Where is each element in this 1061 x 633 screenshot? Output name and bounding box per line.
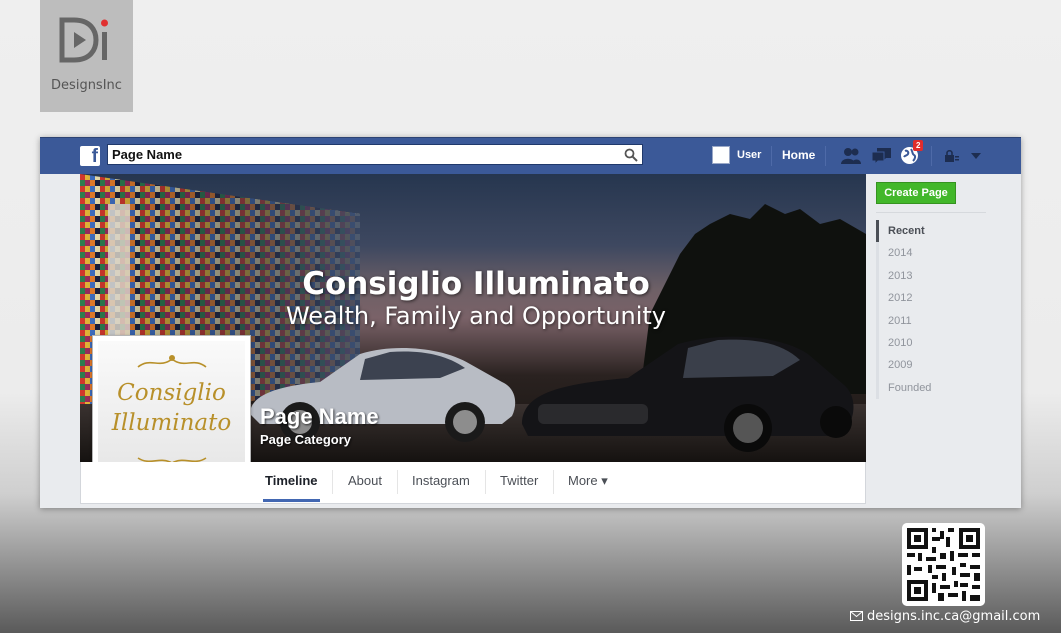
year-item-2013[interactable]: 2013 (876, 264, 986, 288)
divider (825, 146, 826, 166)
tab-divider (485, 470, 486, 494)
qr-code-image (902, 523, 985, 606)
user-link[interactable]: User (737, 149, 761, 161)
chevron-down-icon[interactable] (971, 153, 981, 159)
tab-instagram[interactable]: Instagram (412, 473, 470, 488)
email-text: designs.inc.ca@gmail.com (867, 609, 1041, 624)
year-item-2010[interactable]: 2010 (876, 331, 986, 355)
logo-line-2: Illuminato (111, 410, 232, 436)
year-item-2011[interactable]: 2011 (876, 309, 986, 332)
envelope-icon (850, 611, 863, 621)
page-category[interactable]: Page Category (260, 432, 351, 447)
user-avatar[interactable] (712, 146, 730, 164)
tab-twitter[interactable]: Twitter (500, 473, 538, 488)
page-name[interactable]: Page Name (260, 404, 379, 430)
black-car-image (522, 336, 854, 452)
designsinc-logo: DesignsInc (40, 0, 133, 112)
designsinc-mark-icon (59, 17, 108, 63)
divider (771, 146, 772, 166)
tab-divider (332, 470, 333, 494)
divider (876, 212, 986, 213)
facebook-top-bar: f User Home 2 (40, 137, 1021, 174)
contact-email[interactable]: designs.inc.ca@gmail.com (850, 609, 1040, 624)
tab-divider (553, 470, 554, 494)
search-icon[interactable] (624, 148, 638, 162)
facebook-logo-icon[interactable]: f (80, 146, 100, 167)
create-page-button[interactable]: Create Page (876, 182, 956, 204)
year-item-2014[interactable]: 2014 (876, 242, 986, 265)
year-item-founded[interactable]: Founded (876, 376, 986, 400)
search-box (107, 144, 643, 165)
page-tab-bar: Timeline About Instagram Twitter More ▾ (80, 462, 866, 504)
home-link[interactable]: Home (782, 148, 815, 162)
messages-icon[interactable] (871, 147, 892, 165)
tab-timeline[interactable]: Timeline (265, 473, 318, 488)
cover-subtitle: Wealth, Family and Opportunity (285, 302, 666, 330)
active-tab-indicator (263, 499, 320, 502)
search-input[interactable] (112, 146, 612, 163)
year-item-2012[interactable]: 2012 (876, 287, 986, 310)
divider (931, 146, 932, 166)
timeline-year-nav: Recent 2014 2013 2012 2011 2010 2009 Fou… (876, 220, 986, 400)
year-item-2009[interactable]: 2009 (876, 354, 986, 377)
tab-about[interactable]: About (348, 473, 382, 488)
ornament-top-icon (137, 355, 207, 368)
privacy-lock-icon[interactable] (944, 149, 959, 163)
friend-requests-icon[interactable] (841, 147, 861, 165)
logo-line-1: Consiglio (117, 380, 226, 406)
tab-divider (397, 470, 398, 494)
notification-badge: 2 (913, 140, 924, 151)
year-item-recent[interactable]: Recent (876, 220, 986, 243)
cover-title: Consiglio Illuminato (302, 266, 650, 302)
facebook-page-mockup: f User Home 2 (40, 137, 1021, 508)
brand-name: DesignsInc (51, 78, 122, 93)
tab-more[interactable]: More ▾ (568, 473, 608, 489)
